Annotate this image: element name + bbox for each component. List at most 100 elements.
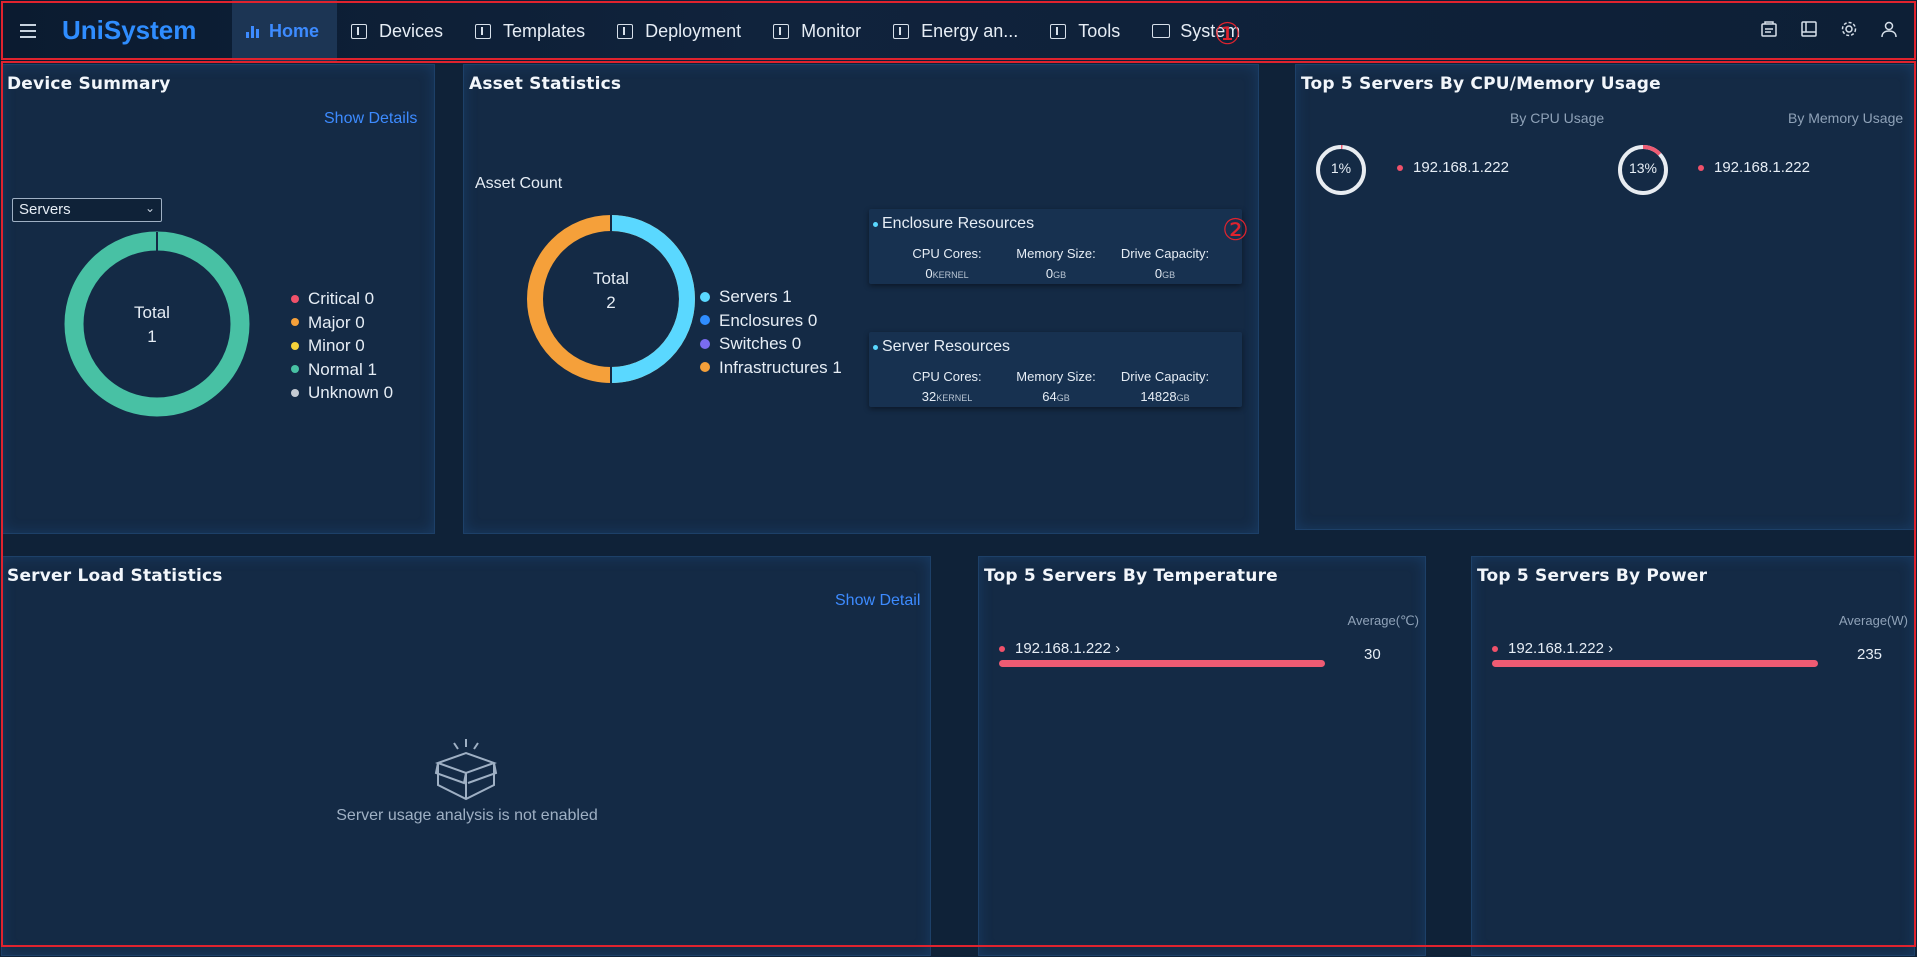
legend-item-major: Major 0 — [291, 311, 393, 335]
legend-item-minor: Minor 0 — [291, 334, 393, 358]
memory-usage-arc — [1642, 145, 1662, 156]
module-icon — [1050, 23, 1067, 39]
value: 14828 — [1140, 389, 1177, 404]
card-title: Enclosure Resources — [873, 215, 1034, 233]
drive-capacity-stat: Drive Capacity: 0GB — [1110, 246, 1220, 281]
cpu-cores-stat: CPU Cores: 0KERNEL — [892, 246, 1002, 281]
empty-box-icon — [434, 737, 498, 808]
main-nav: Home Devices Templates Deployment Monito… — [232, 0, 1258, 62]
nav-item-monitor[interactable]: Monitor — [759, 0, 879, 62]
module-icon — [893, 23, 910, 39]
panel-title: Asset Statistics — [469, 74, 622, 94]
temperature-value: 30 — [1364, 646, 1381, 663]
hamburger-menu-icon[interactable] — [20, 20, 44, 40]
nav-item-deployment[interactable]: Deployment — [603, 0, 759, 62]
total-value: 2 — [606, 293, 616, 312]
book-icon[interactable] — [1799, 18, 1819, 40]
bullet-dot — [999, 645, 1005, 652]
cpu-usage-ring: 1% — [1315, 144, 1367, 196]
legend-label: Minor 0 — [308, 336, 365, 355]
top-temperature-panel: Top 5 Servers By Temperature Average(℃) … — [978, 556, 1426, 956]
legend-dot — [291, 318, 299, 327]
legend-item-enclosures: Enclosures 0 — [700, 309, 842, 333]
average-power-label: Average(W) — [1838, 613, 1908, 628]
nav-label: Tools — [1078, 20, 1121, 41]
power-value: 235 — [1857, 646, 1883, 663]
legend-dot — [291, 388, 299, 397]
legend-label: Servers 1 — [719, 287, 792, 306]
nav-label: Monitor — [801, 20, 862, 41]
device-summary-panel: Device Summary Show Details Servers ⌄ To… — [1, 64, 435, 534]
unit: GB — [1056, 393, 1070, 403]
annotation-marker-1: ① — [1214, 17, 1241, 52]
card-title: Server Resources — [873, 338, 1010, 356]
show-detail-link[interactable]: Show Detail — [835, 592, 920, 610]
power-server-ip[interactable]: 192.168.1.222 › — [1492, 640, 1613, 657]
device-type-select[interactable]: Servers ⌄ — [12, 198, 162, 222]
gear-icon[interactable] — [1839, 18, 1859, 40]
empty-state-text: Server usage analysis is not enabled — [336, 807, 598, 824]
select-value: Servers — [19, 201, 71, 218]
legend-dot — [700, 338, 710, 349]
legend-label: Critical 0 — [308, 289, 375, 308]
unit: KERNEL — [936, 393, 973, 403]
memory-size-stat: Memory Size: 64GB — [1001, 369, 1111, 404]
average-temperature-label: Average(℃) — [1347, 613, 1419, 628]
legend-item-infrastructures: Infrastructures 1 — [700, 356, 842, 380]
legend-dot — [700, 291, 710, 302]
memory-server-ip[interactable]: 192.168.1.222 — [1698, 159, 1810, 176]
nav-item-devices[interactable]: Devices — [337, 0, 461, 62]
nav-item-energy[interactable]: Energy an... — [879, 0, 1036, 62]
module-icon — [617, 23, 634, 39]
panel-title: Device Summary — [7, 74, 171, 94]
card-title-text: Server Resources — [882, 338, 1011, 355]
panel-title: Top 5 Servers By Power — [1477, 566, 1708, 586]
nav-item-templates[interactable]: Templates — [461, 0, 603, 62]
power-bar — [1492, 660, 1818, 667]
nav-item-home[interactable]: Home — [232, 0, 338, 62]
stat-label: CPU Cores: — [912, 369, 982, 384]
brand-logo[interactable]: UniSystem — [62, 10, 196, 50]
annotation-marker-2: ② — [1222, 213, 1249, 248]
stat-label: Memory Size: — [1016, 369, 1096, 384]
stat-value: 32KERNEL — [892, 389, 1002, 404]
legend-dot — [291, 294, 299, 303]
legend-item-unknown: Unknown 0 — [291, 381, 393, 405]
module-icon — [773, 23, 790, 39]
ip-text: 192.168.1.222 — [1413, 159, 1509, 176]
asset-count-label: Asset Count — [475, 175, 563, 192]
stat-value: 0GB — [1001, 266, 1111, 281]
top-power-panel: Top 5 Servers By Power Average(W) 192.16… — [1471, 556, 1915, 956]
module-icon — [351, 23, 368, 39]
stat-value: 0KERNEL — [892, 266, 1002, 281]
monitor-settings-icon — [1152, 24, 1171, 38]
legend-label: Enclosures 0 — [719, 310, 818, 330]
cpu-server-ip[interactable]: 192.168.1.222 — [1397, 159, 1509, 176]
donut-total: Total 2 — [571, 267, 651, 315]
unit: GB — [1162, 270, 1176, 280]
value: 64 — [1042, 389, 1057, 404]
bullet-dot — [873, 221, 878, 227]
legend-dot — [700, 315, 710, 326]
stat-value: 14828GB — [1110, 389, 1220, 404]
bullet-dot — [1698, 164, 1704, 171]
show-details-link[interactable]: Show Details — [324, 110, 417, 128]
legend-dot — [291, 365, 299, 374]
value: 0 — [925, 266, 933, 281]
user-icon[interactable] — [1879, 18, 1899, 40]
ip-text: 192.168.1.222 — [1714, 159, 1810, 176]
chart-icon — [246, 24, 259, 38]
legend-label: Unknown 0 — [308, 383, 394, 402]
temperature-server-ip[interactable]: 192.168.1.222 › — [999, 640, 1120, 657]
stat-value: 64GB — [1001, 389, 1111, 404]
ip-text: 192.168.1.222 › — [1015, 640, 1121, 657]
drive-capacity-stat: Drive Capacity: 14828GB — [1110, 369, 1220, 404]
nav-item-tools[interactable]: Tools — [1036, 0, 1138, 62]
panel-title: Server Load Statistics — [7, 566, 223, 586]
total-value: 1 — [147, 327, 157, 346]
by-cpu-usage-label: By CPU Usage — [1510, 110, 1605, 126]
device-status-legend: Critical 0 Major 0 Minor 0 Normal 1 Unkn… — [291, 287, 393, 405]
task-icon[interactable] — [1759, 18, 1779, 40]
legend-label: Normal 1 — [308, 359, 377, 379]
nav-label: Templates — [503, 20, 586, 41]
